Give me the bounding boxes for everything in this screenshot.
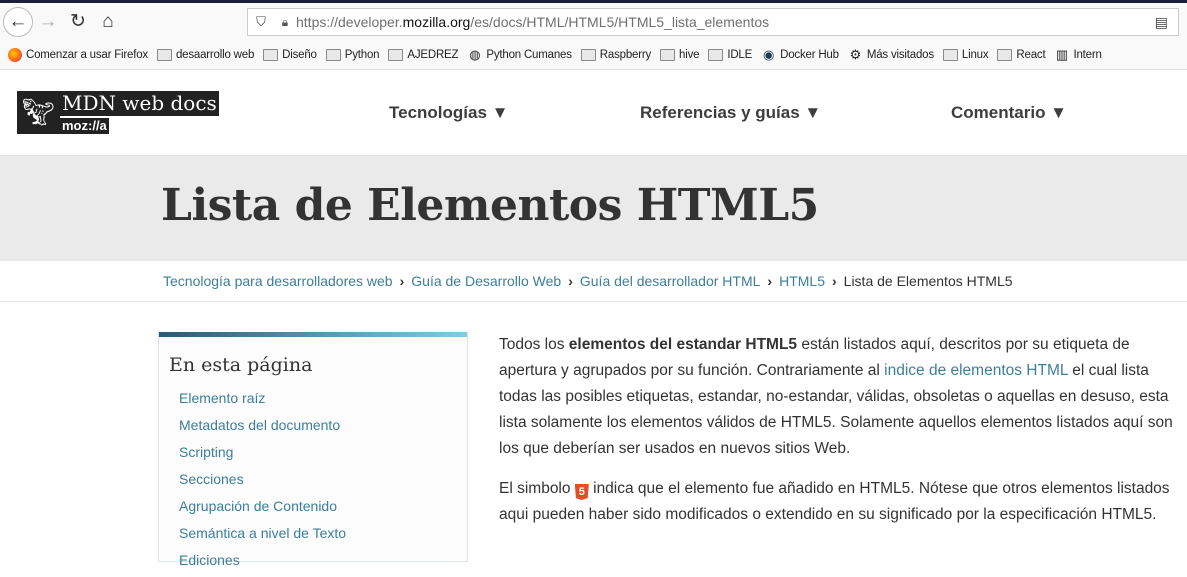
toc-item[interactable]: Secciones — [179, 469, 467, 496]
folder-icon — [580, 48, 596, 61]
folder-icon — [263, 48, 279, 61]
bookmark-item[interactable]: IDLE — [708, 48, 753, 61]
folder-icon — [660, 48, 676, 61]
toc-item[interactable]: Agrupación de Contenido — [179, 496, 467, 523]
folder-icon — [942, 48, 958, 61]
logo-text: MDN web docs — [60, 91, 219, 116]
bookmark-label: Python Cumanes — [486, 48, 572, 61]
site-header: 🦖︎ MDN web docs moz://a Tecnologías ▼ Re… — [0, 70, 1187, 156]
folder-icon — [388, 48, 404, 61]
reload-button[interactable]: ↻ — [63, 7, 93, 37]
bookmark-item[interactable]: ▥ Intern — [1054, 46, 1102, 62]
bookmark-label: Más visitados — [866, 48, 934, 61]
bookmark-item[interactable]: AJEDREZ — [388, 48, 459, 61]
toc-item[interactable]: Ediciones — [179, 550, 467, 577]
title-band: Lista de Elementos HTML5 — [0, 155, 1187, 261]
bookmark-label: Docker Hub — [780, 48, 839, 61]
bookmark-label: Diseño — [282, 48, 317, 61]
reader-view-icon[interactable]: ▤ — [1155, 14, 1168, 31]
back-button[interactable]: ← — [3, 6, 33, 37]
toc-accent-bar — [159, 332, 467, 337]
nav-referencias[interactable]: Referencias y guías ▼ — [640, 103, 821, 123]
url-path: /es/docs/HTML/HTML5/HTML5_lista_elemento… — [470, 14, 770, 30]
bookmark-label: Raspberry — [599, 48, 652, 61]
bookmark-item[interactable]: ⚙ Más visitados — [848, 46, 935, 62]
bookmarks-bar: Comenzar a usar Firefox desaarrollo web Di… — [0, 40, 1187, 70]
breadcrumb: Tecnología para desarrolladores web › Guí… — [0, 261, 1187, 302]
bookmark-label: Linux — [961, 48, 989, 61]
bookmark-label: desaarrollo web — [175, 48, 255, 61]
url-domain: mozilla.org — [402, 14, 471, 30]
breadcrumb-link[interactable]: Tecnología para desarrolladores web — [163, 273, 393, 289]
toc-item[interactable]: Semántica a nivel de Texto — [179, 523, 467, 550]
gear-icon: ⚙ — [849, 46, 862, 62]
forward-button[interactable]: → — [33, 7, 63, 37]
toc-heading: En esta página — [169, 354, 313, 376]
bookmark-item[interactable]: Comenzar a usar Firefox — [8, 47, 148, 62]
mozilla-logo: moz://a — [60, 118, 109, 134]
bookmark-item[interactable]: Raspberry — [580, 48, 652, 61]
html-elements-index-link[interactable]: indice de elementos HTML — [884, 362, 1068, 379]
chevron-right-icon: › — [399, 273, 405, 289]
bookmark-label: Python — [344, 48, 380, 61]
chevron-right-icon: › — [568, 273, 573, 289]
globe-icon: ◍ — [469, 46, 481, 62]
nav-tecnologias[interactable]: Tecnologías ▼ — [389, 103, 508, 123]
bookmark-label: Comenzar a usar Firefox — [26, 48, 148, 61]
article-content: Todos los elementos del estandar HTML5 e… — [499, 332, 1179, 542]
mdn-logo[interactable]: 🦖︎ MDN web docs moz://a — [17, 91, 219, 134]
nav-comentario[interactable]: Comentario ▼ — [951, 103, 1067, 123]
breadcrumb-link[interactable]: Guía de Desarrollo Web — [411, 273, 561, 289]
breadcrumb-link[interactable]: Guía del desarrollador HTML — [580, 273, 761, 289]
shield-icon[interactable]: ⛉ — [248, 14, 274, 30]
toc-item[interactable]: Elemento raíz — [179, 388, 467, 415]
folder-icon — [325, 48, 341, 61]
intro-paragraph: Todos los elementos del estandar HTML5 e… — [499, 332, 1179, 462]
chevron-right-icon: › — [767, 273, 773, 289]
breadcrumb-link[interactable]: HTML5 — [779, 273, 825, 289]
folder-icon — [156, 48, 172, 61]
bookmark-label: React — [1016, 48, 1046, 61]
bookmark-item[interactable]: Diseño — [263, 48, 317, 61]
toc-item[interactable]: Scripting — [179, 442, 467, 469]
bookmark-item[interactable]: desaarrollo web — [156, 48, 255, 61]
archive-icon: ▥ — [1055, 46, 1068, 62]
text: El simbolo — [499, 480, 575, 497]
browser-toolbar: ← → ↻ ⌂ ⛉ 🔒︎ https://developer. mozilla.o… — [0, 3, 1187, 40]
bookmark-item[interactable]: React — [997, 48, 1046, 61]
chevron-right-icon: › — [831, 273, 837, 289]
lock-icon[interactable]: 🔒︎ — [274, 15, 296, 30]
docker-icon: ◉ — [763, 46, 775, 62]
html5-icon: 5 — [574, 484, 589, 500]
table-of-contents: En esta página Elemento raíz Metadatos d… — [158, 332, 468, 568]
bookmark-label: AJEDREZ — [407, 48, 459, 61]
toc-item[interactable]: Metadatos del documento — [179, 415, 467, 442]
text: Todos los — [499, 336, 569, 353]
url-bar[interactable]: ⛉ 🔒︎ https://developer. mozilla.org/es/do… — [247, 8, 1179, 36]
bookmark-label: IDLE — [727, 48, 753, 61]
bookmark-item[interactable]: Linux — [942, 48, 989, 61]
folder-icon — [997, 48, 1013, 61]
home-button[interactable]: ⌂ — [93, 7, 123, 37]
bookmark-label: hive — [679, 48, 700, 61]
url-prefix: https://developer. — [296, 14, 403, 30]
bold-text: elementos del estandar HTML5 — [568, 336, 798, 353]
bookmark-label: Intern — [1073, 48, 1102, 61]
bookmark-item[interactable]: hive — [660, 48, 700, 61]
dino-icon: 🦖︎ — [17, 91, 60, 134]
folder-icon — [708, 48, 724, 61]
symbol-paragraph: El simbolo 5 indica que el elemento fue … — [499, 476, 1179, 528]
bookmark-item[interactable]: Python — [325, 48, 380, 61]
firefox-icon — [8, 47, 22, 62]
bookmark-item[interactable]: ◉ Docker Hub — [761, 46, 839, 62]
page-title: Lista de Elementos HTML5 — [161, 180, 819, 231]
breadcrumb-current: Lista de Elementos HTML5 — [843, 273, 1013, 289]
bookmark-item[interactable]: ◍ Python Cumanes — [467, 46, 572, 62]
text: indica que el elemento fue añadido en HT… — [499, 480, 1170, 523]
